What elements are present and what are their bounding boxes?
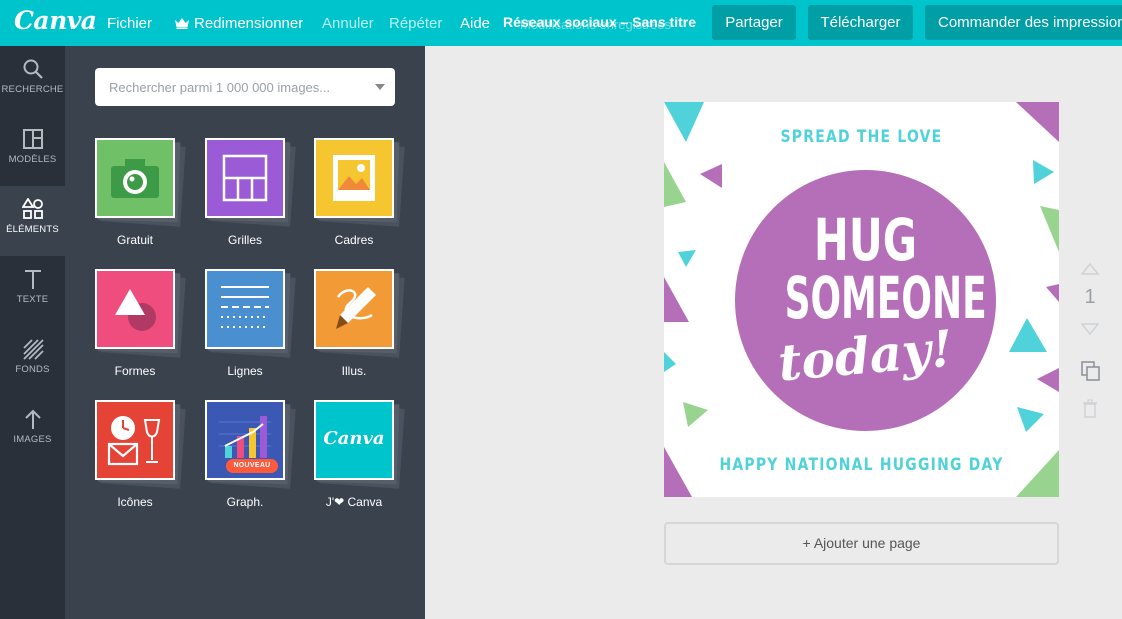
triangle-circle-icon — [115, 289, 156, 331]
rail-label-backgrounds: FONDS — [15, 364, 50, 375]
rail-label-elements: ÉLÉMENTS — [6, 224, 59, 235]
chevron-down-icon[interactable] — [375, 84, 385, 90]
duplicate-page-icon[interactable] — [1078, 360, 1102, 382]
camera-icon — [111, 159, 159, 198]
share-button[interactable]: Partager — [712, 5, 796, 40]
element-tile-icons[interactable]: Icônes — [95, 400, 186, 509]
rail-images[interactable]: IMAGES — [0, 396, 65, 466]
pencil-icon — [336, 287, 376, 329]
element-label: Lignes — [227, 364, 263, 378]
menu-help[interactable]: Aide — [460, 15, 490, 32]
element-label: Graph. — [226, 495, 264, 509]
rail-templates[interactable]: MODÈLES — [0, 116, 65, 186]
canva-logo-icon: Canva — [323, 428, 385, 449]
element-label: Grilles — [227, 233, 262, 247]
element-label: Icônes — [117, 495, 153, 509]
rail-search[interactable]: RECHERCHE — [0, 46, 65, 116]
frame-icon — [333, 155, 375, 201]
add-page-button[interactable]: + Ajouter une page — [664, 522, 1059, 565]
top-bar: Canva Fichier Redimensionner Annuler Rép… — [0, 0, 1122, 46]
element-tile-lines[interactable]: Lignes — [205, 269, 296, 378]
side-rail: RECHERCHE MODÈLES ÉLÉMENTS TEXTE FONDS I… — [0, 46, 65, 619]
shapes-icon — [21, 198, 43, 219]
design-circle[interactable]: HUG SOMEONE today! — [735, 170, 996, 431]
design-line-hug[interactable]: HUG — [772, 210, 960, 270]
canva-logo[interactable]: Canva — [14, 6, 97, 35]
element-label: Illus. — [341, 364, 367, 378]
rail-elements[interactable]: ÉLÉMENTS — [0, 186, 65, 256]
page-down-icon[interactable] — [1078, 322, 1102, 336]
menu-file[interactable]: Fichier — [107, 15, 152, 32]
element-tile-shapes[interactable]: Formes — [95, 269, 186, 378]
menu-undo[interactable]: Annuler — [322, 15, 374, 32]
clock-wine-icon — [107, 416, 161, 466]
search-placeholder: Rechercher parmi 1 000 000 images... — [109, 80, 331, 95]
design-bottom-text[interactable]: HAPPY NATIONAL HUGGING DAY — [700, 455, 1024, 475]
new-badge: NOUVEAU — [226, 459, 278, 473]
design-canvas[interactable]: SPREAD THE LOVE HUG SOMEONE today! HAPPY… — [664, 102, 1059, 497]
upload-arrow-icon — [24, 409, 41, 429]
menu-resize[interactable]: Redimensionner — [175, 15, 303, 32]
design-line-someone[interactable]: SOMEONE — [785, 268, 987, 328]
grid-icon — [222, 154, 268, 202]
design-top-text[interactable]: SPREAD THE LOVE — [700, 127, 1024, 147]
element-tile-free[interactable]: Gratuit — [95, 138, 186, 247]
rail-label-templates: MODÈLES — [8, 154, 57, 165]
layout-icon — [22, 129, 43, 149]
hatch-icon — [22, 339, 44, 360]
document-title[interactable]: Réseaux sociaux – Sans titre — [503, 14, 696, 30]
delete-page-icon[interactable] — [1078, 398, 1102, 420]
design-line-today[interactable]: today! — [733, 317, 998, 396]
search-icon — [23, 59, 43, 79]
order-prints-button[interactable]: Commander des impressions — [925, 5, 1122, 40]
page-number: 1 — [1084, 286, 1096, 308]
element-tile-frames[interactable]: Cadres — [314, 138, 405, 247]
menu-redo[interactable]: Répéter — [389, 15, 442, 32]
download-button[interactable]: Télécharger — [808, 5, 913, 40]
rail-label-images: IMAGES — [13, 434, 52, 445]
image-search[interactable]: Rechercher parmi 1 000 000 images... — [95, 68, 395, 106]
element-label: Formes — [114, 364, 156, 378]
resize-label: Redimensionner — [194, 15, 304, 32]
element-label: Gratuit — [116, 233, 153, 247]
element-tile-charts[interactable]: NOUVEAU Graph. — [205, 400, 296, 509]
crown-icon — [175, 18, 189, 29]
page-up-icon[interactable] — [1078, 262, 1102, 276]
elements-panel: Rechercher parmi 1 000 000 images... Gra… — [65, 46, 425, 619]
rail-label-text: TEXTE — [16, 294, 49, 305]
rail-text[interactable]: TEXTE — [0, 256, 65, 326]
rail-backgrounds[interactable]: FONDS — [0, 326, 65, 396]
element-tile-grids[interactable]: Grilles — [205, 138, 296, 247]
element-tile-illustrations[interactable]: Illus. — [314, 269, 405, 378]
lines-icon — [221, 286, 269, 328]
element-tile-love-canva[interactable]: Canva J'❤ Canva — [314, 400, 405, 509]
element-label: Cadres — [334, 233, 374, 247]
element-label: J'❤ Canva — [325, 495, 383, 509]
text-icon — [24, 270, 41, 289]
rail-label-search: RECHERCHE — [1, 84, 64, 95]
